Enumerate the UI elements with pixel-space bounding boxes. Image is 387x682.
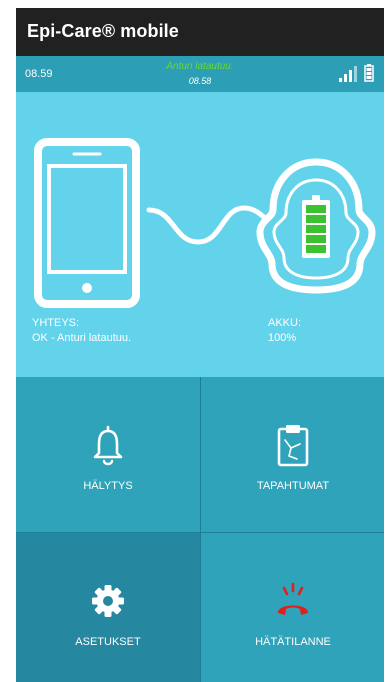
emergency-button[interactable]: HÄTÄTILANNE — [201, 533, 384, 682]
status-bar: 08.59 Anturi latautuu. 08.58 — [16, 56, 384, 92]
gear-icon — [92, 585, 124, 617]
app-screen: Epi-Care® mobile 08.59 Anturi latautuu. … — [16, 8, 384, 682]
sensor-status-message: Anturi latautuu. — [166, 61, 234, 72]
phone-hangup-icon — [277, 582, 309, 615]
emergency-button-label: HÄTÄTILANNE — [255, 636, 331, 648]
events-button-label: TAPAHTUMAT — [256, 480, 330, 492]
alarm-button-label: HÄLYTYS — [83, 480, 133, 492]
alarm-button[interactable]: HÄLYTYS — [16, 377, 200, 532]
sensor-status-time: 08.58 — [188, 76, 212, 86]
bell-icon — [93, 425, 123, 466]
title-bar: Epi-Care® mobile — [16, 8, 384, 56]
connection-value: OK - Anturi latautuu. — [32, 332, 132, 344]
tile-divider-vertical — [200, 377, 201, 682]
connection-panel: YHTEYS: OK - Anturi latautuu. AKKU: 100% — [16, 92, 384, 378]
events-button[interactable]: TAPAHTUMAT — [201, 377, 384, 532]
tile-divider-horizontal — [16, 532, 384, 533]
phone-icon — [34, 138, 140, 308]
settings-button[interactable]: ASETUKSET — [16, 533, 200, 682]
app-title: Epi-Care® mobile — [27, 21, 179, 41]
sensor-battery-icon — [302, 195, 330, 258]
connection-wave — [146, 205, 268, 245]
battery-label: AKKU: — [268, 317, 302, 329]
signal-strength-icon — [339, 66, 357, 82]
battery-value: 100% — [268, 332, 297, 344]
battery-status-icon — [364, 64, 374, 82]
settings-button-label: ASETUKSET — [75, 636, 141, 648]
connection-label: YHTEYS: — [32, 317, 80, 329]
clipboard-icon — [277, 425, 309, 467]
